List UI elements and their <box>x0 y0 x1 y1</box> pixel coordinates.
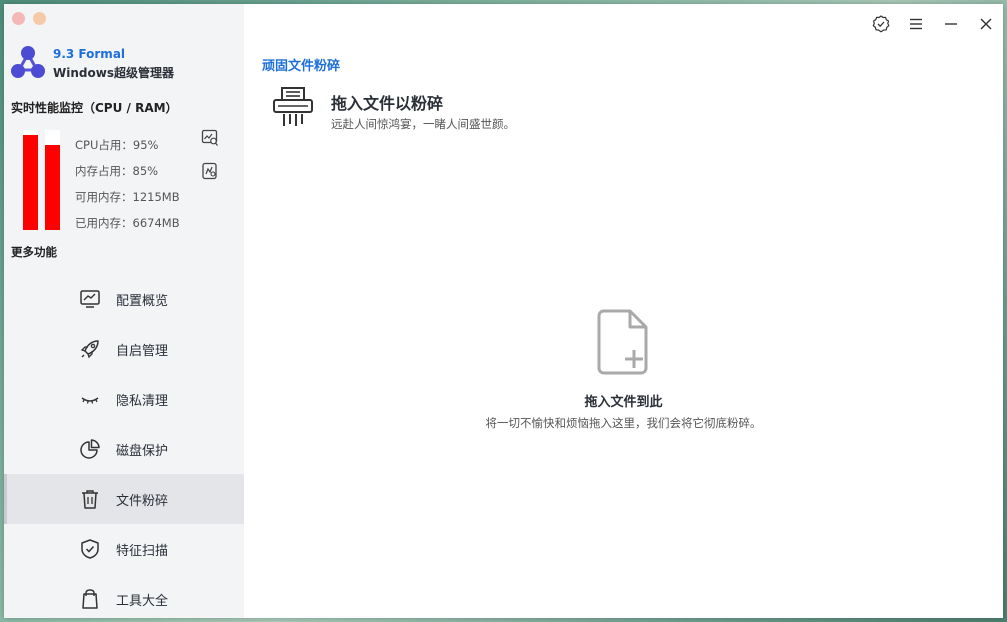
nav-item-file-shredder[interactable]: 文件粉碎 <box>4 474 244 524</box>
nav-label: 工具大全 <box>116 593 169 609</box>
page-title: 顽固文件粉碎 <box>262 59 341 74</box>
minimize-button[interactable] <box>940 13 962 35</box>
main-panel: 顽固文件粉碎 拖入文件以粉碎 远赴人间惊鸿宴，一睹人间盛世颜。 拖入文件到此 将… <box>244 4 1003 618</box>
pie-chart-icon <box>80 439 100 459</box>
nav-label: 文件粉碎 <box>116 493 169 509</box>
nav-label: 隐私清理 <box>116 393 169 409</box>
close-dot[interactable] <box>12 12 25 25</box>
nav-item-disk-protect[interactable]: 磁盘保护 <box>4 424 244 474</box>
closed-eye-icon <box>81 397 99 404</box>
nav-label: 磁盘保护 <box>116 443 169 459</box>
file-drop-zone[interactable]: 拖入文件到此 将一切不愉快和烦恼拖入这里，我们会将它彻底粉碎。 <box>244 294 1003 454</box>
verified-badge-button[interactable] <box>870 13 892 35</box>
memory-release-icon[interactable] <box>201 162 219 180</box>
app-window: 9.3 Formal Windows超级管理器 实时性能监控（CPU / RAM… <box>4 4 1003 618</box>
nav-item-tools[interactable]: 工具大全 <box>4 574 244 618</box>
cpu-bar <box>23 135 38 230</box>
monitor-details-icon[interactable] <box>201 129 219 147</box>
cpu-bar-track <box>23 130 38 230</box>
used-memory-text: 已用内存：6674MB <box>75 216 180 230</box>
monitor-title: 实时性能监控（CPU / RAM） <box>11 101 178 115</box>
mem-usage-text: 内存占用：85% <box>75 164 159 178</box>
verified-badge-icon <box>872 15 890 33</box>
app-logo-icon <box>11 46 45 78</box>
app-name: Windows超级管理器 <box>53 66 174 80</box>
nav-label: 自启管理 <box>116 343 169 359</box>
menu-button[interactable] <box>905 13 927 35</box>
nav-label: 特征扫描 <box>116 543 169 559</box>
header-subtitle: 远赴人间惊鸿宴，一睹人间盛世颜。 <box>331 117 515 131</box>
add-file-icon <box>597 309 648 375</box>
memory-bar <box>45 145 60 230</box>
minimize-dot[interactable] <box>33 12 46 25</box>
nav-item-privacy[interactable]: 隐私清理 <box>4 374 244 424</box>
drop-zone-subtitle: 将一切不愉快和烦恼拖入这里，我们会将它彻底粉碎。 <box>485 416 762 430</box>
available-memory-text: 可用内存：1215MB <box>75 190 180 204</box>
drop-zone-title: 拖入文件到此 <box>584 395 663 410</box>
mem-bar-track <box>45 130 60 230</box>
shield-check-icon <box>81 539 99 559</box>
window-dots <box>12 12 46 25</box>
close-icon <box>980 18 992 30</box>
nav-item-feature-scan[interactable]: 特征扫描 <box>4 524 244 574</box>
bag-icon <box>82 589 98 609</box>
trash-icon <box>82 490 98 509</box>
rocket-icon <box>80 340 99 359</box>
nav-item-config-overview[interactable]: 配置概览 <box>4 274 244 324</box>
monitor-chart-icon <box>80 290 100 308</box>
app-version: 9.3 Formal <box>53 47 126 61</box>
nav-item-startup[interactable]: 自启管理 <box>4 324 244 374</box>
shredder-icon <box>273 87 313 126</box>
cpu-usage-text: CPU占用：95% <box>75 138 159 152</box>
close-button[interactable] <box>975 13 997 35</box>
sidebar: 9.3 Formal Windows超级管理器 实时性能监控（CPU / RAM… <box>4 4 244 618</box>
more-functions-label: 更多功能 <box>11 245 57 259</box>
minimize-icon <box>945 23 957 25</box>
nav-label: 配置概览 <box>116 293 169 309</box>
usage-bars <box>23 130 61 230</box>
hamburger-menu-icon <box>910 18 922 30</box>
header-title: 拖入文件以粉碎 <box>331 94 444 113</box>
